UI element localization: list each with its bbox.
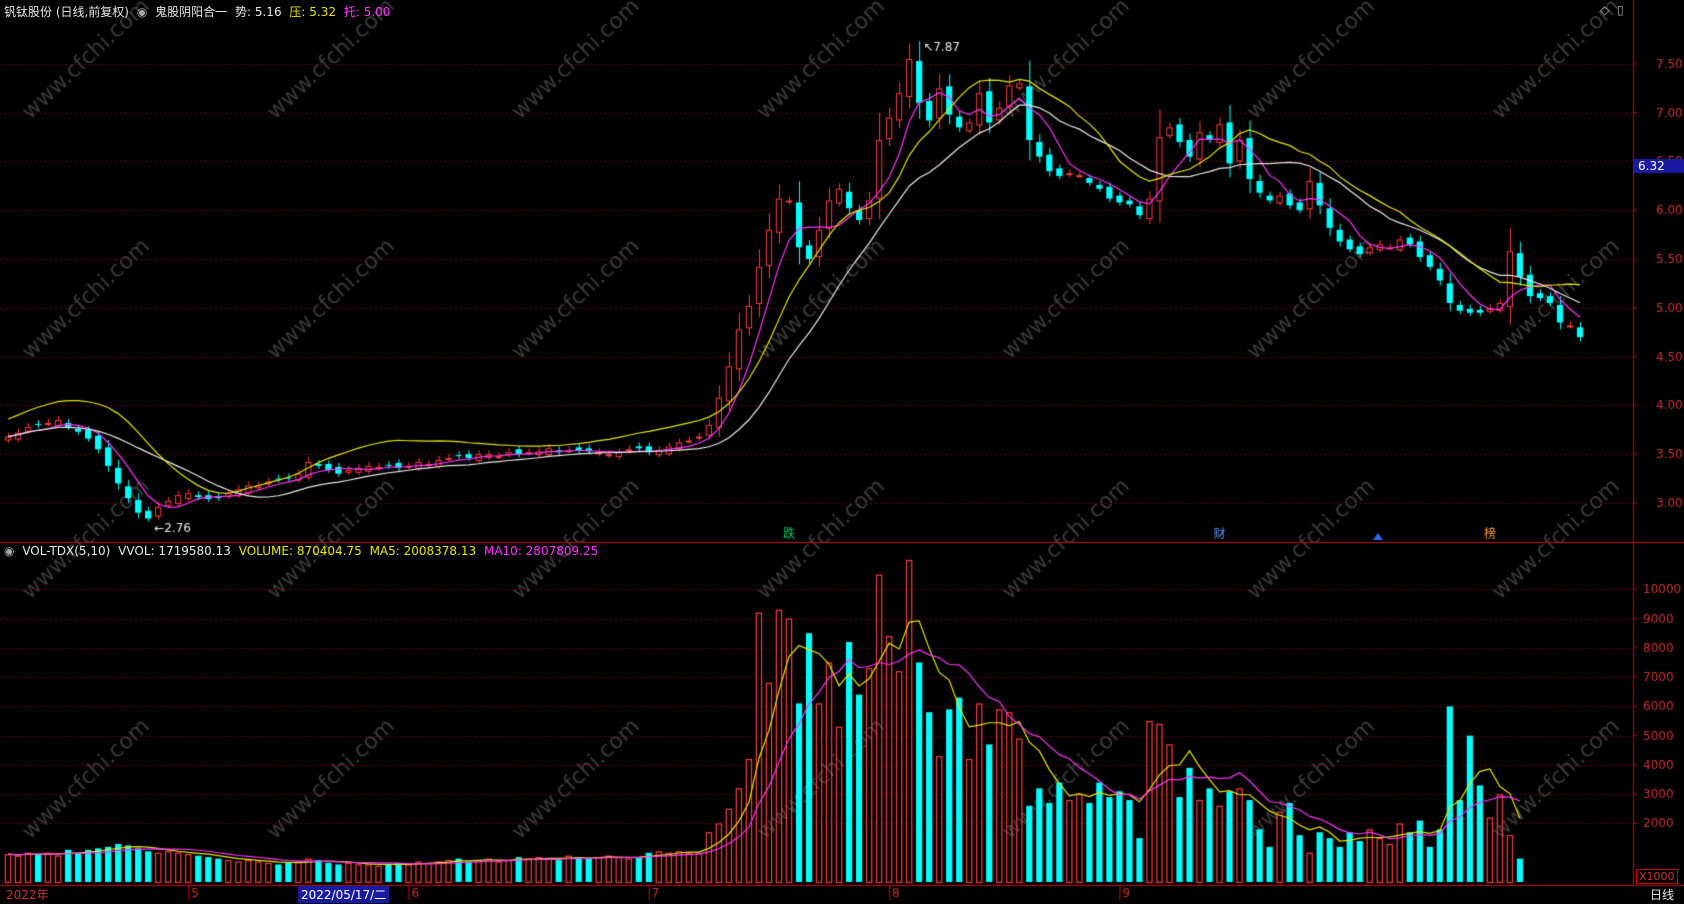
tuo-label: 托: [343,5,360,19]
stock-chart-canvas[interactable] [0,0,1684,904]
indicator-icon[interactable]: ◉ [137,5,147,19]
stock-title[interactable]: 钒钛股份 (日线,前复权) [4,5,129,19]
indicator-name[interactable]: 鬼股阴阳合一 [155,5,227,19]
vvol-value: VVOL: 1719580.13 [118,544,231,558]
period-label[interactable]: 日线 [1650,886,1674,903]
shi-value: 5.16 [254,5,282,19]
volume-unit-label: X1000 [1636,869,1678,884]
volume-icon[interactable]: ◉ [4,544,14,558]
volume-indicator-header: ◉ VOL-TDX(5,10) VVOL: 1719580.13 VOLUME:… [4,544,602,558]
ma5-value: MA5: 2008378.13 [369,544,477,558]
volume-name[interactable]: VOL-TDX(5,10) [22,544,110,558]
top-right-icons: ◇ ▯ [1600,3,1628,17]
price-indicator-header: 钒钛股份 (日线,前复权) ◉ 鬼股阴阳合一 势: 5.16 压: 5.32 托… [4,3,394,20]
ya-label: 压: [289,5,306,19]
ya-value: 5.32 [309,5,336,19]
tuo-value: 5.00 [363,5,391,19]
shi-label: 势: [234,5,252,19]
diamond-icon[interactable]: ◇ [1600,3,1609,17]
panel-icon[interactable]: ▯ [1617,3,1624,17]
volume-value: VOLUME: 870404.75 [238,544,362,558]
year-label: 2022年 [6,888,49,902]
cursor-date-label: 2022/05/17/二 [298,886,390,903]
current-price-tag: 6.32 [1634,159,1684,173]
ma10-value: MA10: 2807809.25 [483,544,599,558]
